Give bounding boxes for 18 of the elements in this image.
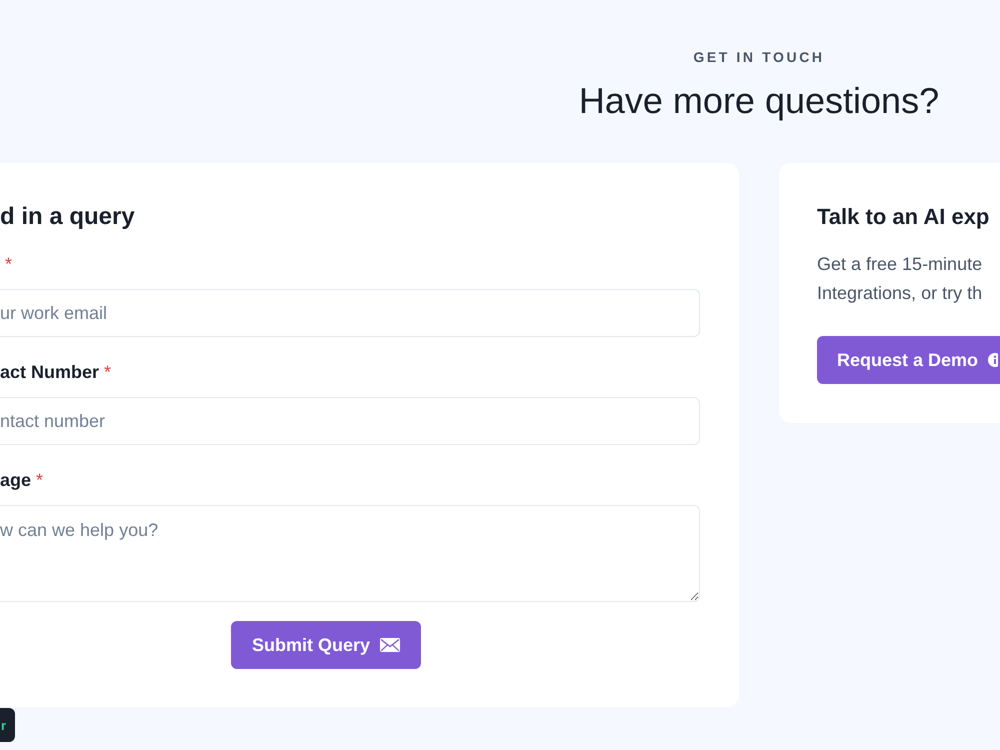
card-title: d in a query	[0, 202, 135, 232]
field-label: act Number	[0, 361, 100, 384]
message-field[interactable]: w can we help you?	[0, 505, 700, 602]
required-mark: *	[36, 469, 44, 492]
envelope-icon	[380, 638, 400, 652]
field-label: age	[0, 469, 32, 492]
floating-badge[interactable]: r	[0, 708, 15, 742]
request-demo-button[interactable]: Request a Demo	[817, 336, 1000, 384]
section-heading: Have more questions?	[578, 79, 940, 123]
input-field[interactable]: ntact number	[0, 397, 700, 445]
required-mark: *	[5, 253, 12, 276]
section-eyebrow: GET IN TOUCH	[693, 48, 825, 67]
required-mark: *	[104, 361, 112, 384]
card-title: Talk to an AI exp	[817, 203, 990, 231]
submit-button[interactable]: Submit Query	[231, 621, 421, 669]
info-icon	[988, 353, 998, 367]
input-field[interactable]: ur work email	[0, 289, 700, 337]
description-text: Get a free 15-minute Integrations, or try th	[817, 253, 984, 305]
